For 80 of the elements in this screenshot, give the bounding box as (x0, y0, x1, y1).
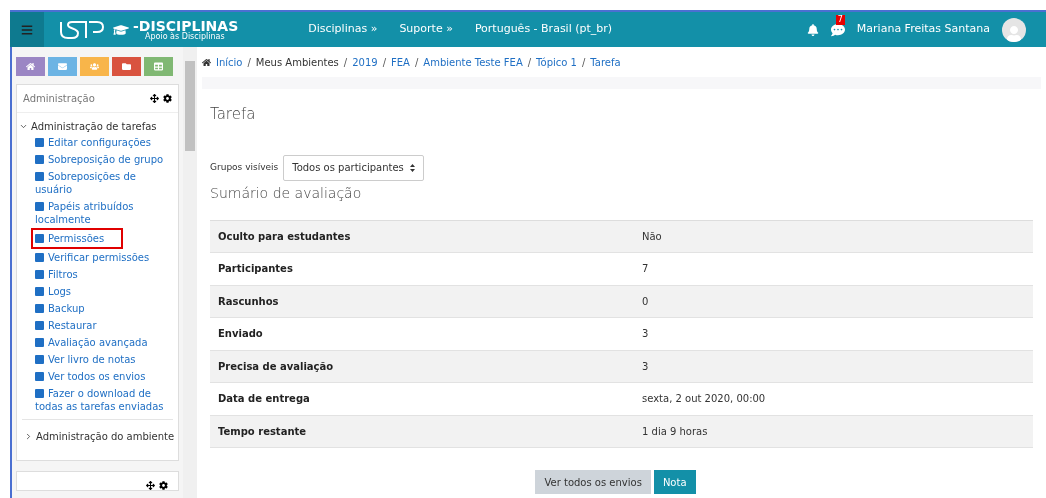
breadcrumb-separator: / (247, 55, 251, 70)
tree-item[interactable]: Editar configurações (31, 134, 174, 151)
row-label: Data de entrega (217, 392, 311, 407)
notification-bell-icon[interactable] (806, 23, 819, 36)
tree-item[interactable]: Filtros (31, 266, 174, 283)
settings-icon[interactable] (159, 481, 168, 490)
row-value: Não (642, 229, 662, 244)
user-avatar[interactable] (1002, 17, 1026, 42)
grade-button[interactable]: Nota (653, 470, 696, 494)
tree-item[interactable]: Verificar permissões (31, 249, 174, 266)
logo-subtitle: Apoio às Disciplinas (145, 32, 226, 41)
page-title: Tarefa (210, 104, 257, 125)
row-label: Tempo restante (217, 424, 308, 439)
breadcrumb-separator: / (343, 55, 348, 70)
quick-link-button[interactable] (48, 57, 77, 76)
message-count-badge: 7 (835, 14, 845, 25)
users-icon (90, 62, 99, 71)
row-value: 1 dia 9 horas (642, 424, 708, 439)
messages-icon[interactable] (830, 22, 845, 37)
nav-menu-link[interactable]: Português - Brasil (pt_br) (474, 21, 613, 38)
row-value: 3 (642, 327, 649, 342)
breadcrumb-separator: / (414, 55, 419, 70)
breadcrumb-separator: / (581, 55, 586, 70)
breadcrumb-link[interactable]: Tarefa (590, 54, 621, 70)
folder-icon (122, 62, 131, 71)
breadcrumb-link[interactable]: 2019 (352, 54, 378, 70)
tree-item[interactable]: Ver todos os envios (31, 368, 174, 385)
row-label: Oculto para estudantes (217, 229, 352, 244)
breadcrumb-separator: / (382, 55, 387, 70)
quick-link-button[interactable] (144, 57, 173, 76)
tree-section-toggle[interactable]: Administração do ambiente (22, 429, 177, 444)
user-name[interactable]: Mariana Freitas Santana (856, 21, 990, 38)
calendar-icon (154, 62, 163, 71)
mail-icon (58, 62, 67, 71)
tree-item[interactable]: Ver livro de notas (31, 351, 174, 368)
breadcrumb-link[interactable]: Início (216, 54, 243, 70)
breadcrumb-separator: / (527, 55, 532, 70)
row-label: Rascunhos (217, 294, 280, 309)
tree-item[interactable]: Papéis atribuídos localmente (31, 198, 174, 228)
move-icon[interactable] (150, 94, 159, 103)
move-icon[interactable] (146, 481, 155, 490)
tree-item[interactable]: Logs (31, 283, 174, 300)
quick-link-button[interactable] (112, 57, 141, 76)
row-label: Precisa de avaliação (217, 359, 335, 374)
group-select[interactable]: Todos os participantes (283, 154, 424, 181)
row-label: Enviado (217, 327, 264, 342)
row-label: Participantes (217, 262, 294, 277)
logo-title: -DISCIPLINAS (133, 18, 239, 33)
view-submissions-button[interactable]: Ver todos os envios (535, 470, 651, 494)
menu-icon (21, 23, 33, 36)
breadcrumb-link[interactable]: FEA (391, 54, 410, 70)
sort-arrows-icon (409, 163, 415, 172)
section-heading: Sumário de avaliação (210, 183, 363, 203)
home-icon (26, 62, 35, 71)
quick-link-button[interactable] (16, 57, 45, 76)
nav-menu-link[interactable]: Suporte » (399, 21, 453, 38)
row-value: 3 (642, 359, 649, 374)
tree-item[interactable]: Restaurar (31, 317, 174, 334)
highlighted-tree-item[interactable]: Permissões (31, 228, 123, 249)
block-title: Administração (23, 92, 95, 106)
sidebar-scrollbar[interactable] (183, 47, 197, 498)
home-icon (202, 57, 211, 67)
tree-item[interactable]: Backup (31, 300, 174, 317)
row-value: sexta, 2 out 2020, 00:00 (642, 392, 766, 407)
settings-icon[interactable] (163, 94, 172, 103)
row-value: 0 (642, 294, 649, 309)
breadcrumb-text[interactable]: Meus Ambientes (255, 54, 339, 70)
menu-button[interactable] (10, 12, 44, 47)
chevron-right-icon (24, 432, 33, 441)
chevron-down-icon (19, 122, 28, 131)
nav-menu-link[interactable]: Disciplinas » (308, 21, 378, 38)
filter-label: Grupos visíveis (210, 160, 279, 174)
tree-item[interactable]: Sobreposição de grupo (31, 151, 174, 168)
tree-item[interactable]: Avaliação avançada (31, 334, 174, 351)
breadcrumb-link[interactable]: Tópico 1 (536, 54, 577, 70)
tree-section-toggle[interactable]: Administração de tarefas (17, 119, 159, 134)
tree-item[interactable]: Fazer o download de todas as tarefas enviadas (31, 385, 174, 415)
breadcrumb-link[interactable]: Ambiente Teste FEA (423, 54, 523, 70)
tree-item[interactable]: Sobreposições de usuário (31, 168, 174, 198)
row-value: 7 (642, 262, 649, 277)
